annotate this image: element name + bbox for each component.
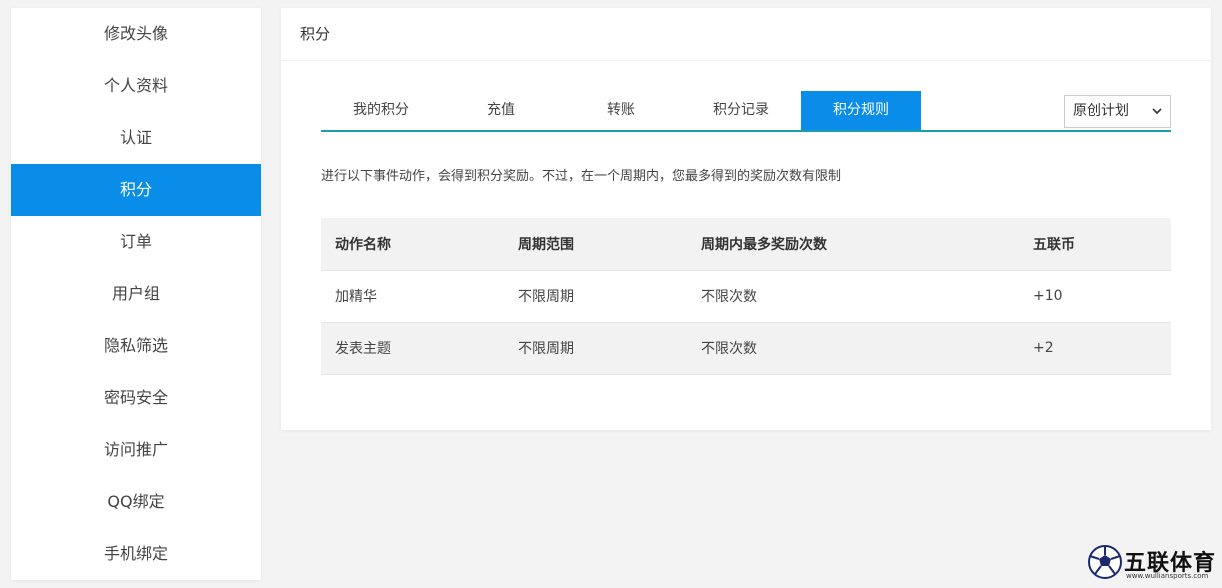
table-cell: 不限次数	[687, 269, 1019, 322]
site-logo: 五联体育 www.wulliansports.com	[1086, 543, 1218, 583]
plan-select[interactable]: 原创计划	[1064, 95, 1171, 128]
sidebar-item-avatar[interactable]: 修改头像	[11, 8, 261, 60]
sidebar-item-user-group[interactable]: 用户组	[11, 268, 261, 320]
sidebar-item-phone-binding[interactable]: 手机绑定	[11, 528, 261, 580]
table-row: 发表主题 不限周期 不限次数 +2	[321, 321, 1171, 375]
table-cell: 加精华	[321, 269, 504, 322]
table-header-row: 动作名称 周期范围 周期内最多奖励次数 五联币	[321, 218, 1171, 270]
panel-title: 积分	[281, 8, 1211, 61]
sidebar-item-privacy[interactable]: 隐私筛选	[11, 320, 261, 372]
table-cell: 不限周期	[504, 269, 687, 322]
table-header: 周期内最多奖励次数	[687, 218, 1019, 270]
sidebar-item-password[interactable]: 密码安全	[11, 372, 261, 424]
soccer-ball-icon	[1088, 545, 1122, 579]
table-cell: 不限周期	[504, 321, 687, 375]
sidebar-item-points[interactable]: 积分	[11, 164, 261, 216]
table-cell: +2	[1019, 321, 1171, 375]
tab-transfer[interactable]: 转账	[561, 91, 681, 130]
sidebar: 修改头像 个人资料 认证 积分 订单 用户组 隐私筛选 密码安全 访问推广 QQ…	[11, 8, 261, 580]
sidebar-item-orders[interactable]: 订单	[11, 216, 261, 268]
table-cell: 不限次数	[687, 321, 1019, 375]
table-row: 加精华 不限周期 不限次数 +10	[321, 269, 1171, 322]
sidebar-item-verification[interactable]: 认证	[11, 112, 261, 164]
table-header: 周期范围	[504, 218, 687, 270]
tab-points-history[interactable]: 积分记录	[681, 91, 801, 130]
points-panel: 积分 我的积分 充值 转账 积分记录 积分规则 原创计划 进行以下事件动作，会得…	[281, 8, 1211, 430]
table-header: 五联币	[1019, 218, 1171, 270]
rules-description: 进行以下事件动作，会得到积分奖励。不过，在一个周期内，您最多得到的奖励次数有限制	[321, 169, 842, 184]
tab-recharge[interactable]: 充值	[441, 91, 561, 130]
tab-my-points[interactable]: 我的积分	[321, 91, 441, 130]
table-cell: +10	[1019, 269, 1171, 322]
tab-points-rules[interactable]: 积分规则	[801, 91, 921, 130]
sidebar-item-referral[interactable]: 访问推广	[11, 424, 261, 476]
table-cell: 发表主题	[321, 321, 504, 375]
tab-bar: 我的积分 充值 转账 积分记录 积分规则 原创计划	[321, 91, 1171, 132]
sidebar-item-profile[interactable]: 个人资料	[11, 60, 261, 112]
sidebar-item-qq-binding[interactable]: QQ绑定	[11, 476, 261, 528]
table-header: 动作名称	[321, 218, 504, 270]
chevron-down-icon	[1152, 96, 1162, 139]
logo-url: www.wulliansports.com	[1126, 572, 1209, 580]
plan-select-value: 原创计划	[1073, 103, 1129, 119]
rules-table: 动作名称 周期范围 周期内最多奖励次数 五联币 加精华 不限周期 不限次数 +1…	[321, 218, 1171, 375]
